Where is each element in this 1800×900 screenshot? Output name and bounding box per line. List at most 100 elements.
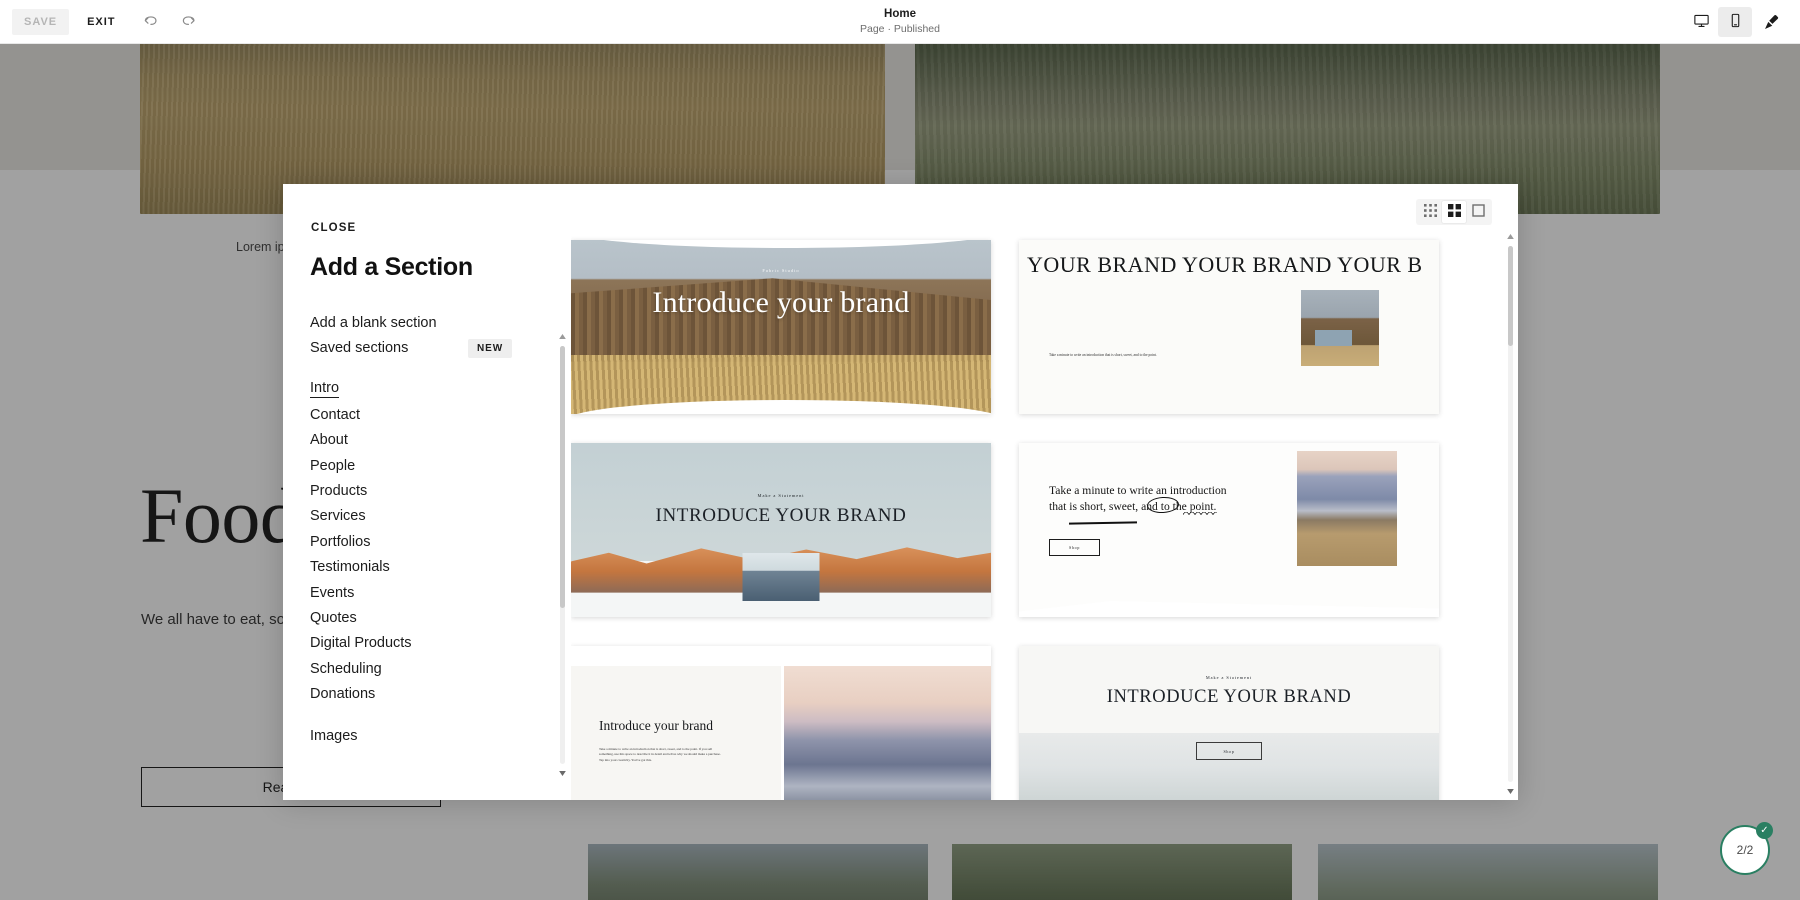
redo-button[interactable] [172, 5, 206, 39]
category-item-quotes[interactable]: Quotes [310, 605, 571, 630]
category-item-testimonials[interactable]: Testimonials [310, 555, 571, 580]
add-section-modal: CLOSE Add a Section Add a blank section … [283, 184, 1518, 800]
card-title: Introduce your brand [599, 718, 713, 733]
category-label: Digital Products [310, 635, 412, 652]
exit-button[interactable]: EXIT [73, 9, 129, 35]
check-icon: ✓ [1756, 822, 1773, 839]
sidebar-scrollbar[interactable] [558, 332, 567, 778]
card-photo-lake-house [1297, 451, 1397, 566]
templates-scroll-thumb[interactable] [1508, 246, 1513, 346]
save-button[interactable]: SAVE [12, 8, 70, 35]
template-card-introduce-your-brand-hero[interactable]: Fabric Studio Introduce your brand [571, 240, 991, 414]
mobile-view-button[interactable] [1718, 7, 1752, 37]
category-list: Add a blank section Saved sections NEW I… [283, 296, 571, 748]
card-cta-button: Shop [1049, 539, 1100, 556]
category-item-contact[interactable]: Contact [310, 402, 571, 427]
paintbrush-icon [1762, 13, 1781, 32]
card-title: Introduce your brand [652, 286, 910, 319]
device-preview-toggle [1684, 7, 1752, 37]
saved-sections-item[interactable]: Saved sections NEW [310, 335, 571, 360]
category-label: Quotes [310, 609, 357, 626]
grid-medium-icon [1447, 204, 1461, 220]
close-button[interactable]: CLOSE [311, 222, 356, 234]
card-eyebrow: Fabric Studio [762, 268, 800, 273]
desktop-view-button[interactable] [1684, 7, 1718, 37]
category-item-people[interactable]: People [310, 453, 571, 478]
card-body-text: Take a minute to write an introduction t… [1049, 353, 1157, 357]
grid-small-icon [1423, 204, 1437, 220]
top-bar-left-group: SAVE EXIT [0, 5, 206, 39]
template-card-introduce-your-brand-mountains[interactable]: Make a Statement INTRODUCE YOUR BRAND [571, 443, 991, 617]
category-label: Products [310, 483, 368, 500]
category-item-portfolios[interactable]: Portfolios [310, 529, 571, 554]
card-annotation-squiggle [1183, 510, 1217, 515]
single-large-view-button[interactable] [1466, 201, 1490, 223]
card-cta-button: Shop [1196, 742, 1262, 760]
category-label: People [310, 457, 356, 474]
template-card-introduce-your-brand-button[interactable]: Make a Statement INTRODUCE YOUR BRAND Sh… [1019, 646, 1439, 800]
templates-scroll-up-arrow[interactable] [1506, 232, 1515, 241]
category-label: Portfolios [310, 533, 371, 550]
page-status: Page · Published [860, 22, 940, 35]
new-badge: NEW [468, 338, 513, 358]
category-label: Services [310, 508, 366, 525]
category-label: Events [310, 584, 355, 601]
category-label: Contact [310, 406, 360, 423]
redo-icon [180, 13, 197, 30]
template-card-take-a-minute-handwritten[interactable]: Take a minute to write an introduction t… [1019, 443, 1439, 617]
desktop-monitor-icon [1693, 12, 1710, 32]
category-item-services[interactable]: Services [310, 504, 571, 529]
card-photo-inset [742, 553, 820, 601]
card-title: INTRODUCE YOUR BRAND [1106, 687, 1352, 707]
category-item-intro[interactable]: Intro [310, 377, 571, 402]
category-label: Images [310, 727, 358, 744]
category-label: Scheduling [310, 660, 382, 677]
grid-small-view-button[interactable] [1418, 201, 1442, 223]
templates-scroll-down-arrow[interactable] [1506, 787, 1515, 796]
category-item-events[interactable]: Events [310, 580, 571, 605]
scroll-up-arrow[interactable] [558, 332, 567, 341]
category-item-donations[interactable]: Donations [310, 681, 571, 706]
category-label: Testimonials [310, 559, 390, 576]
template-cards-scroll: Fabric Studio Introduce your brand YOUR … [571, 232, 1504, 800]
templates-scrollbar[interactable] [1506, 232, 1516, 796]
top-bar-page-info: Home Page · Published [0, 0, 1800, 44]
card-photo-cabin-mountain [1301, 290, 1379, 366]
category-item-products[interactable]: Products [310, 478, 571, 503]
view-mode-toggle [1416, 199, 1492, 225]
card-photo-dusk-mountains [784, 666, 991, 800]
card-bottom-angle-mask [1019, 601, 1439, 617]
section-template-browser: Fabric Studio Introduce your brand YOUR … [571, 184, 1518, 800]
card-marquee-text: YOUR BRAND YOUR BRAND YOUR B [1027, 252, 1423, 277]
undo-icon [142, 13, 159, 30]
page-counter-widget[interactable]: 2/2 ✓ [1720, 822, 1773, 875]
grid-medium-view-button[interactable] [1442, 201, 1466, 223]
add-blank-section-label: Add a blank section [310, 314, 437, 331]
category-item-digital-products[interactable]: Digital Products [310, 631, 571, 656]
single-large-icon [1471, 204, 1485, 220]
template-card-introduce-your-brand-split[interactable]: Introduce your brand Take a minute to wr… [571, 646, 991, 800]
scroll-down-arrow[interactable] [558, 769, 567, 778]
modal-title: Add a Section [310, 253, 473, 281]
sidebar-scroll-thumb[interactable] [560, 346, 565, 608]
card-annotation-underline [1068, 521, 1138, 525]
modal-sidebar: CLOSE Add a Section Add a blank section … [283, 184, 571, 800]
category-item-scheduling[interactable]: Scheduling [310, 656, 571, 681]
category-label: About [310, 432, 348, 449]
undo-button[interactable] [134, 5, 168, 39]
template-card-your-brand-marquee[interactable]: YOUR BRAND YOUR BRAND YOUR B Take a minu… [1019, 240, 1439, 414]
category-item-about[interactable]: About [310, 428, 571, 453]
saved-sections-label: Saved sections [310, 340, 409, 357]
card-eyebrow: Make a Statement [1205, 675, 1253, 680]
template-cards-grid: Fabric Studio Introduce your brand YOUR … [571, 232, 1504, 800]
editor-top-bar: SAVE EXIT Home Page · Published [0, 0, 1800, 44]
top-bar-right-group [1684, 0, 1788, 44]
category-label: Intro [310, 380, 340, 399]
card-photo-wooden-building [571, 240, 991, 414]
card-title: INTRODUCE YOUR BRAND [655, 505, 907, 526]
card-body-text: Take a minute to write an introduction t… [599, 747, 721, 762]
card-photo-sky [571, 443, 991, 562]
category-item-images[interactable]: Images [310, 723, 571, 748]
add-blank-section-item[interactable]: Add a blank section [310, 310, 571, 335]
site-styles-button[interactable] [1754, 5, 1788, 39]
